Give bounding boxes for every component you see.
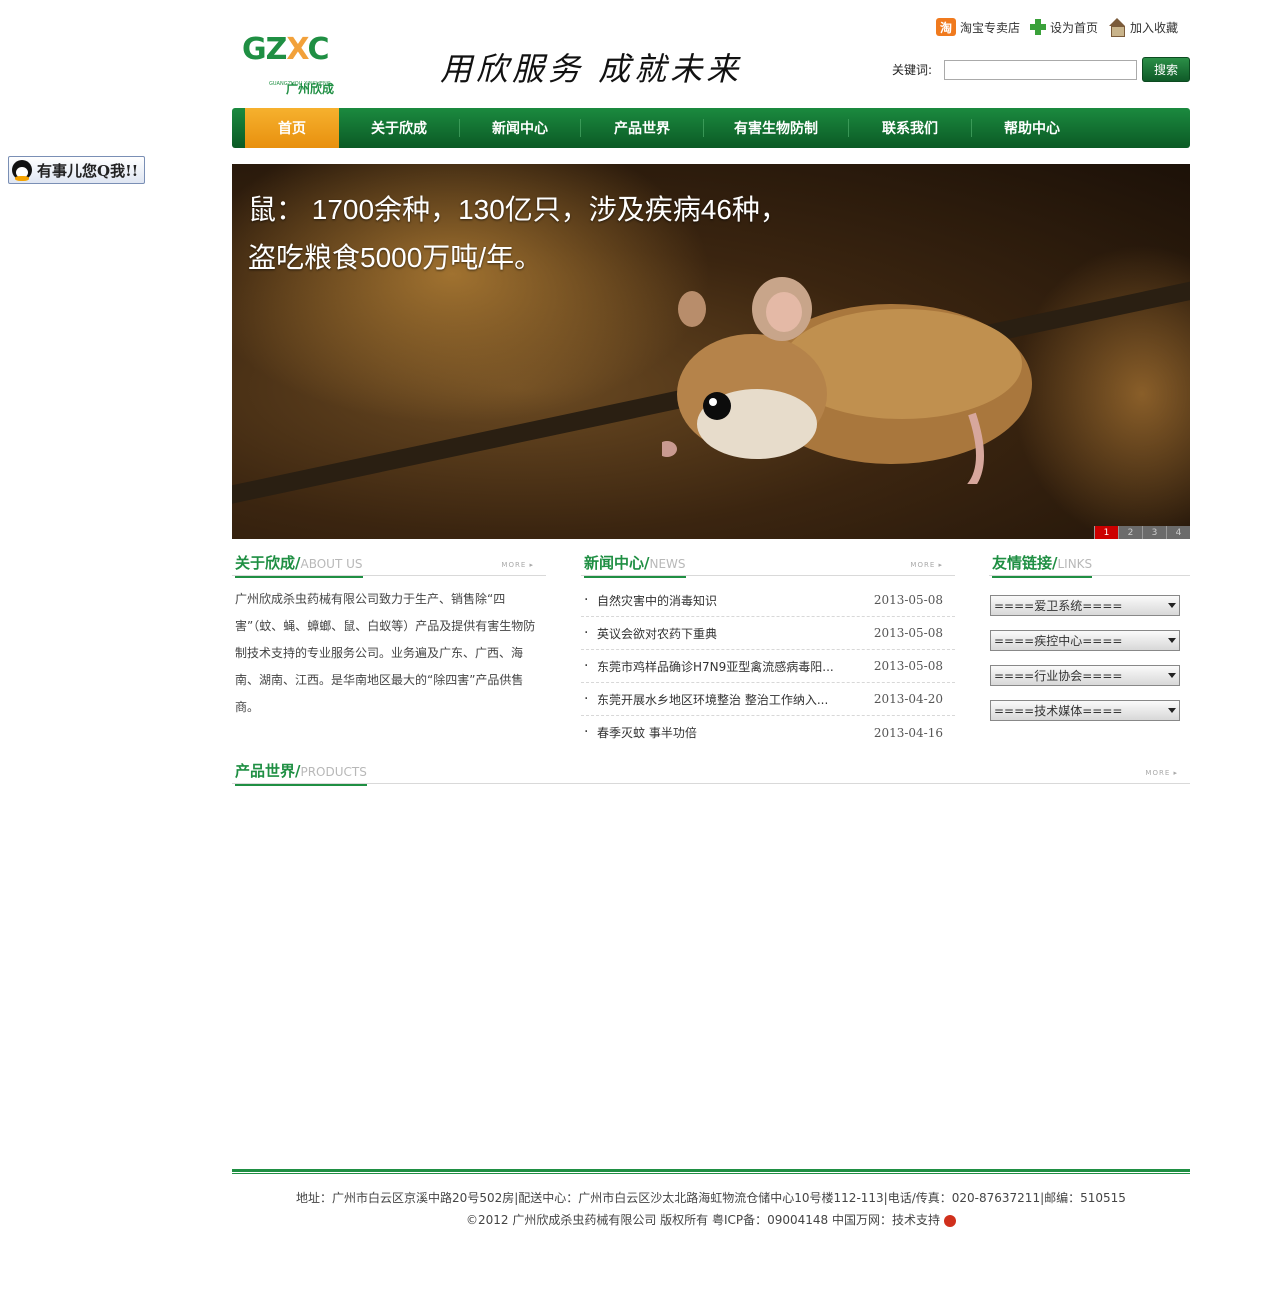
news-item: 英议会欲对农药下重典2013-05-08: [581, 617, 955, 650]
news-more-link[interactable]: MORE ▸: [910, 561, 943, 569]
footer-divider: [232, 1169, 1190, 1174]
news-title-cn: 新闻中心/: [584, 554, 650, 572]
about-title: 关于欣成/ABOUT US: [235, 552, 363, 578]
footer-copyright-text: ©2012 广州欣成杀虫药械有限公司 版权所有 粤ICP备：09004148 中…: [465, 1213, 941, 1227]
links-select-value: ====疾控中心====: [994, 634, 1123, 648]
news-item-date: 2013-05-08: [873, 659, 943, 673]
set-homepage-label: 设为首页: [1049, 20, 1098, 35]
links-select-value: ====爱卫系统====: [994, 599, 1123, 613]
plus-icon: [1029, 19, 1046, 35]
news-item-title[interactable]: 自然灾害中的消毒知识: [597, 592, 873, 609]
main-nav: 首页 关于欣成 新闻中心 产品世界 有害生物防制 联系我们 帮助中心: [232, 108, 1190, 148]
news-item-date: 2013-04-20: [873, 692, 943, 706]
search-bar: 关键词: 搜索: [892, 57, 1190, 82]
news-item: 自然灾害中的消毒知识2013-05-08: [581, 584, 955, 617]
news-item-title[interactable]: 英议会欲对农药下重典: [597, 625, 873, 642]
set-homepage-link[interactable]: 设为首页: [1029, 18, 1098, 36]
products-header: 产品世界/PRODUCTS MORE ▸: [232, 760, 1190, 786]
links-select-media[interactable]: ====技术媒体====: [990, 700, 1180, 721]
search-input[interactable]: [944, 59, 1137, 80]
banner-page-3[interactable]: 3: [1142, 526, 1166, 539]
about-section: 关于欣成/ABOUT US MORE ▸ 广州欣成杀虫药械有限公司致力于生产、销…: [232, 552, 546, 721]
links-header: 友情链接/LINKS: [989, 552, 1190, 578]
links-select-value: ====行业协会====: [994, 669, 1123, 683]
search-label: 关键词:: [891, 63, 932, 77]
chevron-down-icon: [1168, 603, 1176, 608]
header-slogan: 用欣服务 成就未来: [440, 50, 743, 88]
news-title: 新闻中心/NEWS: [584, 552, 686, 578]
news-item-date: 2013-05-08: [873, 593, 943, 607]
news-title-en: NEWS: [649, 557, 686, 571]
search-button[interactable]: 搜索: [1142, 57, 1190, 82]
links-select-value: ====技术媒体====: [994, 704, 1123, 718]
qq-badge-label: 有事儿您Q我!!: [37, 161, 139, 180]
products-more-link[interactable]: MORE ▸: [1145, 769, 1178, 777]
nav-item-home[interactable]: 首页: [245, 108, 339, 148]
about-more-link[interactable]: MORE ▸: [501, 561, 534, 569]
banner-pagination: 1 2 3 4: [1094, 526, 1190, 539]
news-item-title[interactable]: 东莞市鸡样品确诊H7N9亚型禽流感病毒阳...: [597, 658, 873, 675]
news-item-date: 2013-05-08: [873, 626, 943, 640]
news-item-title[interactable]: 东莞开展水乡地区环境整治 整治工作纳入...: [597, 691, 873, 708]
home-icon: [1108, 18, 1126, 37]
links-title-cn: 友情链接/: [992, 554, 1058, 572]
about-header: 关于欣成/ABOUT US MORE ▸: [232, 552, 546, 578]
news-item: 东莞市鸡样品确诊H7N9亚型禽流感病毒阳...2013-05-08: [581, 650, 955, 683]
taobao-store-link[interactable]: 淘 淘宝专卖店: [935, 18, 1020, 36]
footer-copyright: ©2012 广州欣成杀虫药械有限公司 版权所有 粤ICP备：09004148 中…: [232, 1211, 1190, 1228]
links-section: 友情链接/LINKS ====爱卫系统==== ====疾控中心==== ===…: [989, 552, 1190, 721]
nav-item-contact[interactable]: 联系我们: [849, 108, 971, 148]
links-select-association[interactable]: ====行业协会====: [990, 665, 1180, 686]
chevron-down-icon: [1168, 638, 1176, 643]
site-logo[interactable]: GZXC GUANGZHOU XINCHENG 广州欣成: [242, 32, 357, 96]
nav-item-products[interactable]: 产品世界: [581, 108, 703, 148]
about-title-en: ABOUT US: [300, 557, 363, 571]
add-favorite-label: 加入收藏: [1129, 20, 1178, 35]
banner-page-2[interactable]: 2: [1118, 526, 1142, 539]
banner-page-4[interactable]: 4: [1166, 526, 1190, 539]
about-title-cn: 关于欣成/: [235, 554, 301, 572]
products-title-en: PRODUCTS: [300, 765, 367, 779]
news-item-title[interactable]: 春季灭蚊 事半功倍: [597, 724, 873, 741]
taobao-icon: 淘: [935, 18, 956, 36]
about-text: 广州欣成杀虫药械有限公司致力于生产、销售除“四害”（蚊、蝇、蟑螂、鼠、白蚁等）产…: [235, 592, 536, 714]
products-section: 产品世界/PRODUCTS MORE ▸: [232, 760, 1190, 786]
qq-penguin-icon: [12, 160, 32, 181]
chevron-down-icon: [1168, 708, 1176, 713]
chevron-down-icon: [1168, 673, 1176, 678]
news-item: 春季灭蚊 事半功倍2013-04-16: [581, 716, 955, 749]
products-title: 产品世界/PRODUCTS: [235, 760, 367, 786]
add-favorite-link[interactable]: 加入收藏: [1108, 18, 1178, 37]
banner-headline-1: 鼠： 1700余种，130亿只，涉及疾病46种，: [248, 194, 788, 225]
hichina-logo-icon[interactable]: [944, 1214, 957, 1227]
hero-banner[interactable]: 鼠： 1700余种，130亿只，涉及疾病46种， 盗吃粮食5000万吨/年。 1…: [232, 164, 1190, 539]
logo-wordmark: GZXC: [242, 32, 329, 67]
nav-item-about[interactable]: 关于欣成: [339, 108, 459, 148]
links-title-en: LINKS: [1057, 557, 1093, 571]
banner-headline-2: 盗吃粮食5000万吨/年。: [248, 242, 543, 273]
mouse-illustration: [662, 277, 1032, 484]
news-list: 自然灾害中的消毒知识2013-05-08 英议会欲对农药下重典2013-05-0…: [581, 584, 955, 749]
logo-chinese-name: 广州欣成: [286, 82, 335, 96]
taobao-store-label: 淘宝专卖店: [959, 20, 1020, 35]
footer-address: 地址：广州市白云区京溪中路20号502房|配送中心：广州市白云区沙太北路海虹物流…: [296, 1191, 1126, 1205]
news-item: 东莞开展水乡地区环境整治 整治工作纳入...2013-04-20: [581, 683, 955, 716]
nav-item-pest-control[interactable]: 有害生物防制: [704, 108, 848, 148]
links-select-cdc[interactable]: ====疾控中心====: [990, 630, 1180, 651]
news-item-date: 2013-04-16: [873, 725, 943, 740]
links-title: 友情链接/LINKS: [992, 552, 1093, 578]
nav-item-news[interactable]: 新闻中心: [460, 108, 580, 148]
banner-page-1[interactable]: 1: [1094, 526, 1118, 539]
links-select-health[interactable]: ====爱卫系统====: [990, 595, 1180, 616]
top-links: 淘 淘宝专卖店 设为首页 加入收藏: [935, 18, 1178, 37]
news-section: 新闻中心/NEWS MORE ▸ 自然灾害中的消毒知识2013-05-08 英议…: [581, 552, 955, 749]
nav-item-help[interactable]: 帮助中心: [972, 108, 1092, 148]
qq-contact-badge[interactable]: 有事儿您Q我!!: [8, 156, 145, 184]
news-header: 新闻中心/NEWS MORE ▸: [581, 552, 955, 578]
products-title-cn: 产品世界/: [235, 762, 301, 780]
